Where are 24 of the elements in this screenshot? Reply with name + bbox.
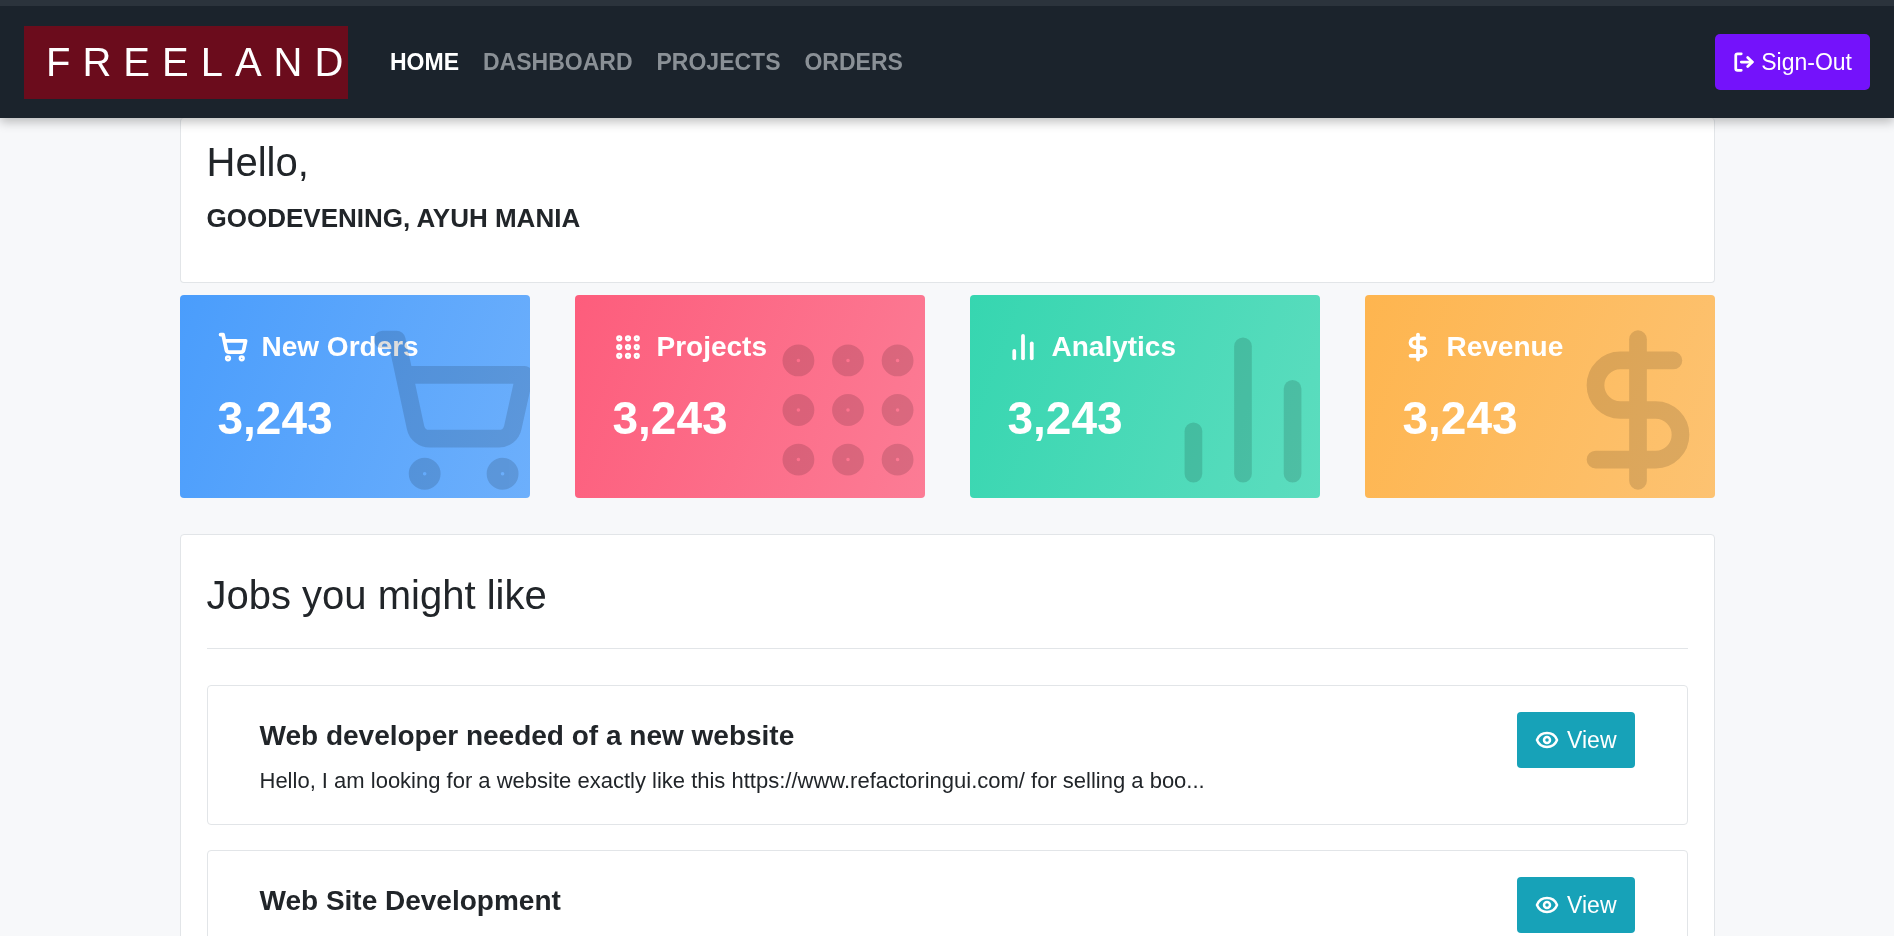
stat-value: 3,243 <box>217 391 334 445</box>
stat-value: 3,243 <box>1402 391 1519 445</box>
stat-value: 3,243 <box>612 391 729 445</box>
job-title: Web Site Development <box>259 885 561 917</box>
nav-link[interactable]: DASHBOARD <box>483 48 633 76</box>
stat-label: Analytics <box>1051 331 1176 363</box>
view-button[interactable]: View <box>1517 712 1635 768</box>
cart-icon <box>217 332 248 362</box>
stat-label: Projects <box>656 331 767 363</box>
sign-out-icon <box>1733 51 1756 73</box>
greeting-subtitle: GOODEVENING, AYUH MANIA <box>206 203 582 234</box>
sign-out-button[interactable]: Sign-Out <box>1715 34 1870 90</box>
job-description: Hello, I am looking for a website exactly like this https://www.refactoringui.com/ for selling a boo... <box>259 768 1205 794</box>
stat-value: 3,243 <box>1007 391 1124 445</box>
view-button[interactable]: View <box>1517 877 1635 933</box>
stat-label: New Orders <box>261 331 419 363</box>
nav-link[interactable]: PROJECTS <box>656 48 781 76</box>
stat-label: Revenue <box>1446 331 1564 363</box>
job-title: Web developer needed of a new website <box>259 720 796 752</box>
jobs-title: Jobs you might like <box>206 573 548 618</box>
nav-link[interactable]: HOME <box>390 48 459 76</box>
logo[interactable]: FREELAND <box>24 25 348 99</box>
nav-link[interactable]: ORDERS <box>804 48 903 76</box>
greeting-title: Hello, <box>206 140 310 185</box>
